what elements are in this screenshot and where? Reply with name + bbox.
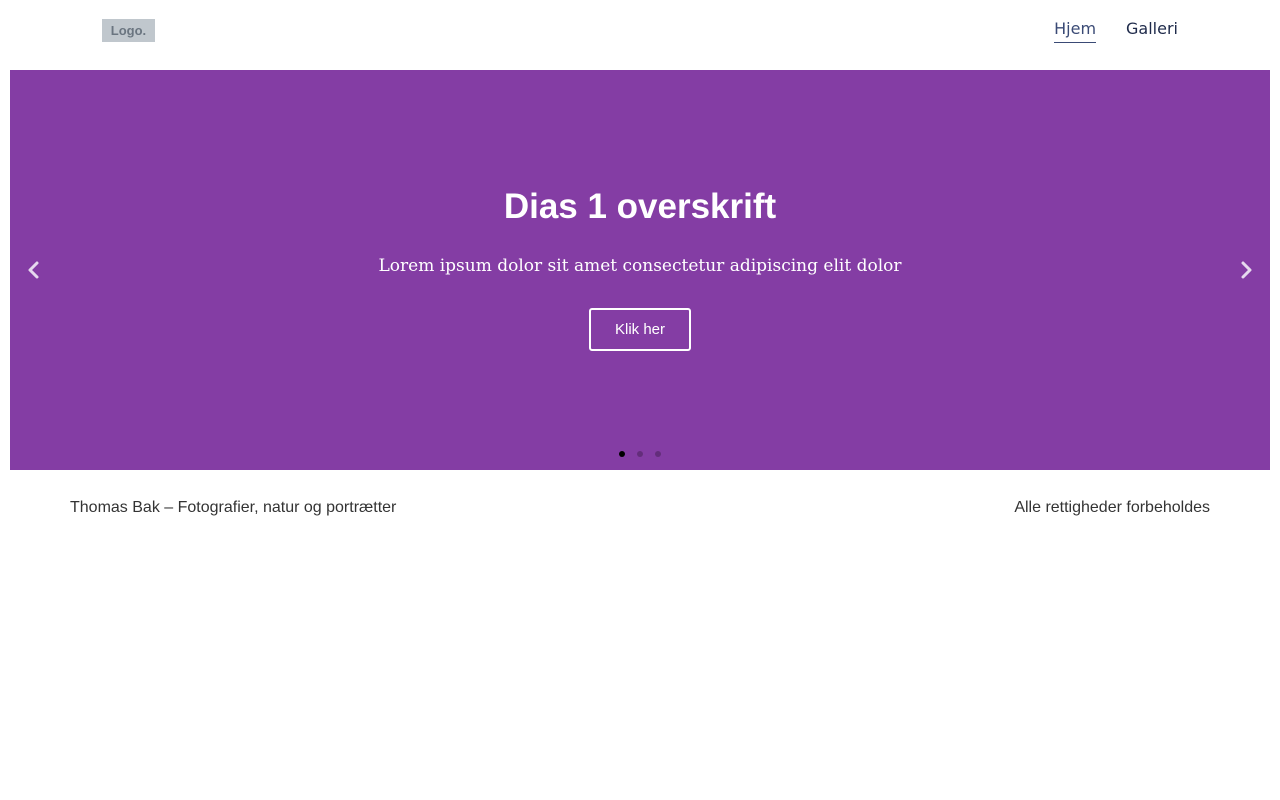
main-nav: Hjem Galleri: [1054, 18, 1178, 43]
logo[interactable]: Logo.: [102, 19, 155, 42]
slide-description: Lorem ipsum dolor sit amet consectetur a…: [378, 256, 902, 276]
footer-copyright: Alle rettigheder forbeholdes: [1014, 499, 1210, 516]
nav-link-hjem[interactable]: Hjem: [1054, 18, 1097, 43]
footer-credit: Thomas Bak – Fotografier, natur og portr…: [70, 499, 397, 516]
chevron-right-icon: [1241, 261, 1252, 279]
slider-dot-2[interactable]: [637, 451, 643, 457]
nav-link-galleri[interactable]: Galleri: [1126, 18, 1178, 43]
slide-heading: Dias 1 overskrift: [503, 187, 777, 226]
slider-dot-1[interactable]: [619, 451, 625, 457]
site-footer: Thomas Bak – Fotografier, natur og portr…: [0, 470, 1280, 545]
slider-dot-3[interactable]: [655, 451, 661, 457]
slide-cta-button[interactable]: Klik her: [589, 308, 691, 351]
slider-pagination: [10, 451, 1270, 457]
site-header: Logo. Hjem Galleri: [0, 0, 1280, 70]
slider-next-button[interactable]: [1235, 254, 1259, 286]
hero-slider: Dias 1 overskrift Lorem ipsum dolor sit …: [10, 70, 1270, 470]
